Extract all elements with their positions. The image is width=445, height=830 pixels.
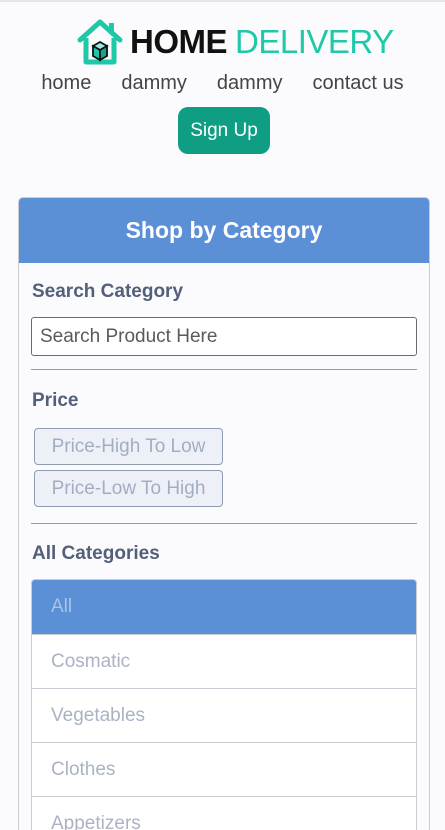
all-categories-label: All Categories	[32, 543, 160, 564]
category-item-clothes[interactable]: Clothes	[32, 742, 416, 796]
price-low-to-high-button[interactable]: Price-Low To High	[34, 470, 223, 507]
price-high-to-low-button[interactable]: Price-High To Low	[34, 428, 223, 465]
category-list: All Cosmatic Vegetables Clothes Appetize…	[31, 579, 417, 830]
search-input[interactable]	[31, 317, 417, 356]
price-label: Price	[32, 390, 79, 411]
brand-logo[interactable]: HOME DELIVERY	[76, 16, 394, 68]
signup-button[interactable]: Sign Up	[178, 107, 270, 154]
nav-link-contact[interactable]: contact us	[313, 70, 404, 96]
category-item-vegetables[interactable]: Vegetables	[32, 688, 416, 742]
divider	[31, 369, 417, 370]
panel-title: Shop by Category	[19, 198, 429, 263]
search-category-label: Search Category	[32, 281, 184, 302]
category-item-cosmatic[interactable]: Cosmatic	[32, 634, 416, 688]
house-box-icon	[77, 19, 123, 65]
brand-name-home: HOME	[130, 23, 228, 60]
brand-name: HOME DELIVERY	[130, 23, 394, 61]
nav-link-dammy-1[interactable]: dammy	[121, 70, 187, 96]
category-panel: Shop by Category Search Category Price P…	[18, 197, 430, 830]
divider	[31, 523, 417, 524]
main-nav: home dammy dammy contact us	[0, 70, 445, 96]
category-item-appetizers[interactable]: Appetizers	[32, 796, 416, 830]
brand-name-delivery: DELIVERY	[235, 23, 394, 60]
nav-link-home[interactable]: home	[41, 70, 91, 96]
nav-link-dammy-2[interactable]: dammy	[217, 70, 283, 96]
category-item-all[interactable]: All	[32, 580, 416, 634]
